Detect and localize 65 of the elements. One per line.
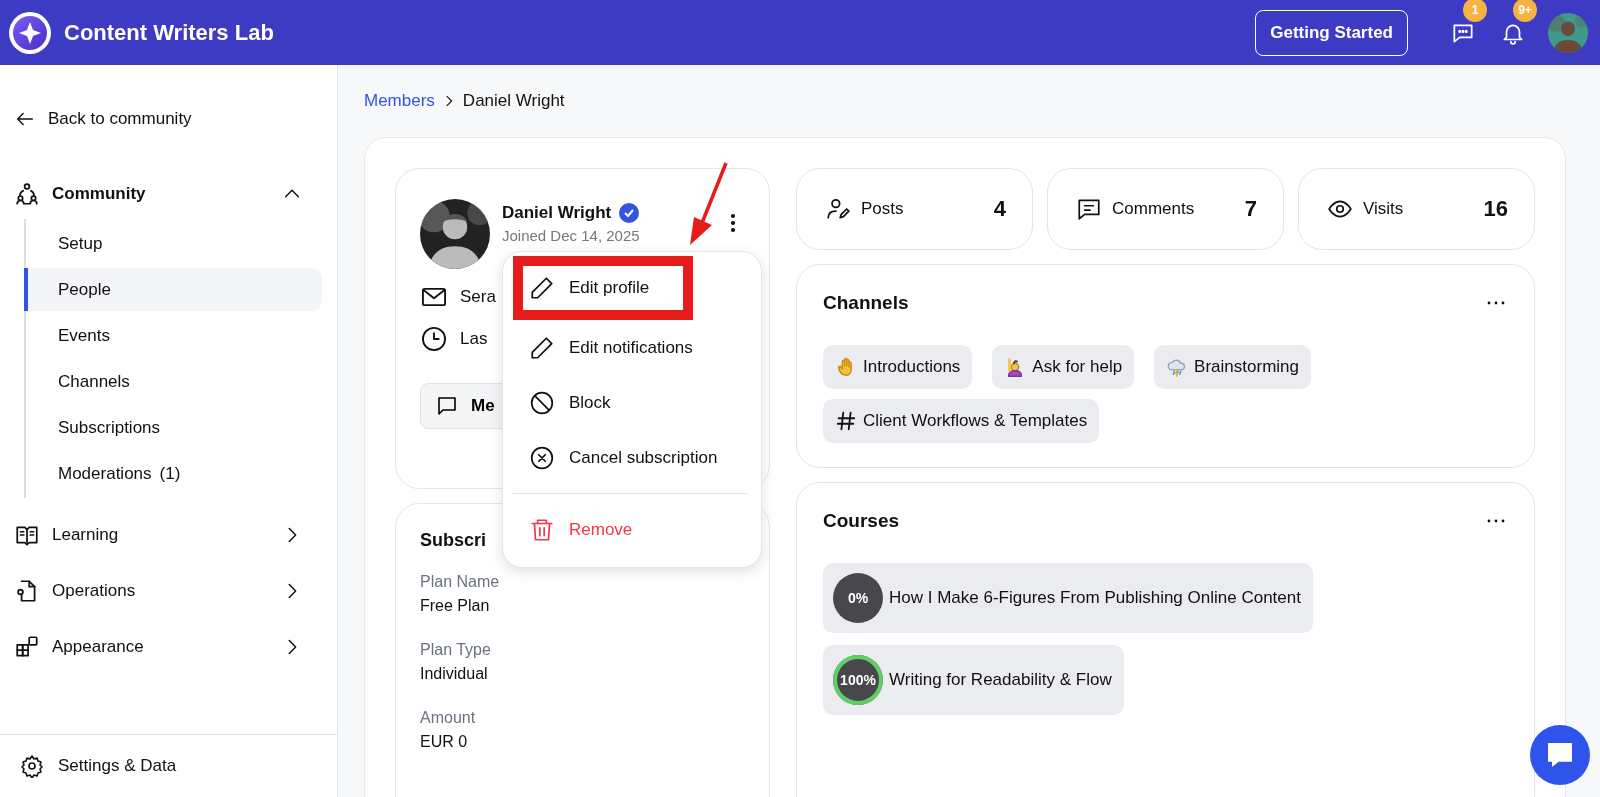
count-badge: 1	[1463, 0, 1487, 22]
field-value: Individual	[420, 665, 489, 683]
field-label: Plan Type	[420, 641, 492, 659]
breadcrumb-current: Daniel Wright	[462, 91, 565, 111]
trash-icon	[529, 516, 555, 543]
nav-item[interactable]: Setup	[24, 222, 322, 265]
nav-section[interactable]: Learning	[52, 525, 269, 545]
stat-label: Posts	[861, 199, 904, 219]
channel-tag[interactable]: Brainstorming	[1154, 345, 1311, 389]
email-text: Sera	[460, 287, 496, 307]
pencil-icon	[529, 275, 555, 301]
block-icon	[529, 389, 555, 416]
people-icon	[14, 181, 40, 207]
card-title: Courses	[823, 510, 900, 532]
breadcrumb-link[interactable]: Members	[364, 91, 435, 111]
progress-ring	[833, 573, 883, 623]
nav-item[interactable]: Subscriptions	[24, 406, 322, 449]
clock-icon	[420, 325, 448, 353]
comment-icon	[1076, 196, 1102, 222]
count-label: (1)	[159, 463, 181, 484]
menu-item[interactable]: Remove	[513, 502, 747, 557]
stat-value: 7	[1244, 196, 1257, 222]
hash-icon	[835, 410, 857, 432]
course-item[interactable]: 100% Writing for Readability & Flow	[823, 645, 1124, 715]
member-name: Daniel Wright	[502, 203, 612, 223]
nav-section[interactable]: Operations	[52, 581, 269, 601]
blocks-icon	[14, 634, 40, 660]
menu-item[interactable]: Edit notifications	[513, 320, 747, 375]
stat-label: Visits	[1363, 199, 1404, 219]
nav-section[interactable]: Appearance	[52, 637, 269, 657]
back-link[interactable]: Back to community	[0, 97, 337, 141]
stat-value: 4	[993, 196, 1006, 222]
field-value: Free Plan	[420, 597, 491, 615]
last-seen-text: Las	[460, 329, 488, 349]
getting-started-button[interactable]: Getting Started	[1255, 9, 1408, 56]
card-title: Channels	[823, 292, 909, 314]
nav-item[interactable]: Events	[24, 314, 322, 357]
app-title: Content Writers Lab	[64, 19, 275, 46]
course-item[interactable]: 0% How I Make 6-Figures From Publishing Online Content	[823, 563, 1313, 633]
card-title: Subscri	[420, 530, 487, 551]
nav-section[interactable]: Community	[52, 184, 269, 204]
menu-item[interactable]: Cancel subscription	[513, 430, 747, 485]
stat-value: 16	[1483, 196, 1508, 222]
progress-percent: 0%	[847, 590, 869, 606]
menu-item[interactable]: Edit profile	[513, 256, 693, 320]
field-label: Amount	[420, 709, 477, 727]
channel-tag[interactable]: Introductions	[823, 345, 973, 389]
channel-tag[interactable]: Ask for help	[992, 345, 1135, 389]
settings-icon	[20, 754, 44, 778]
channel-tag[interactable]: Client Workflows & Templates	[823, 399, 1100, 443]
progress-percent: 100%	[840, 672, 876, 688]
nav-item[interactable]: Moderations (1)	[24, 452, 322, 495]
pencil-icon	[529, 334, 555, 361]
logo-icon[interactable]	[8, 10, 52, 55]
joined-date: Joined Dec 14, 2025	[502, 227, 640, 244]
field-value: EUR 0	[420, 733, 469, 751]
field-label: Plan Name	[420, 573, 501, 591]
message-icon	[435, 394, 459, 418]
progress-ring	[833, 655, 883, 705]
settings-link[interactable]: Settings & Data	[0, 734, 337, 797]
circle-x-icon	[529, 444, 555, 471]
count-badge: 9+	[1513, 0, 1537, 22]
nav-item[interactable]: Channels	[24, 360, 322, 403]
stat-label: Comments	[1112, 199, 1195, 219]
nav-item[interactable]: People	[24, 268, 322, 311]
